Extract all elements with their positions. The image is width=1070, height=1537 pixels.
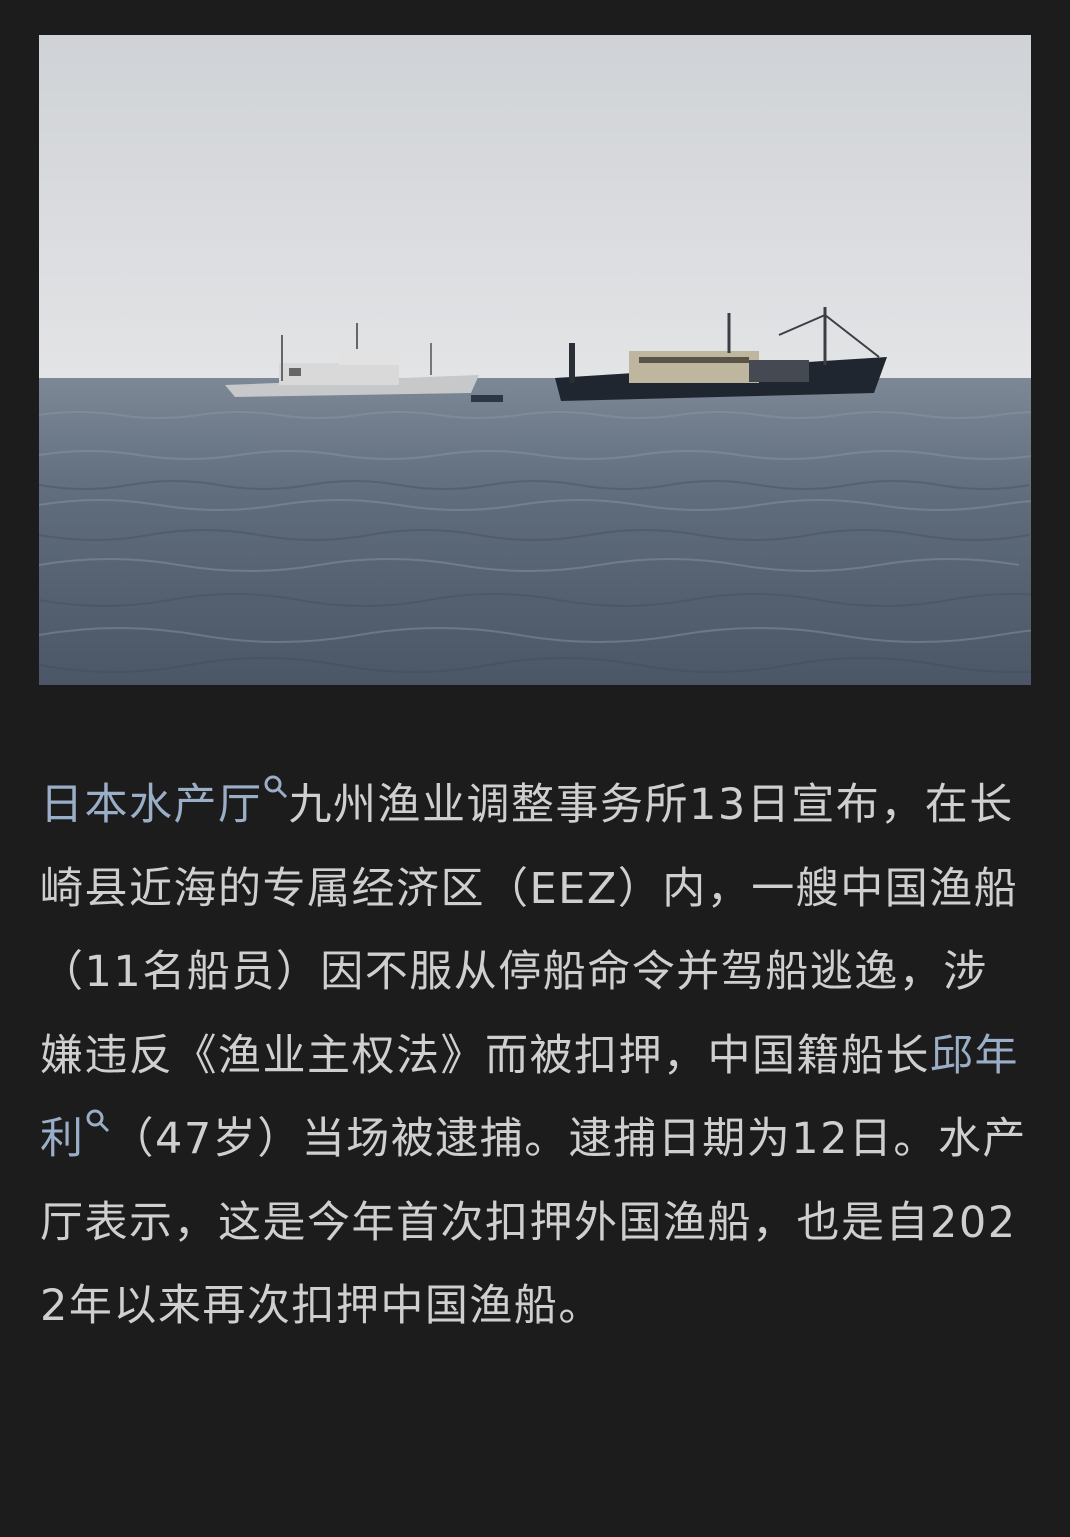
search-icon[interactable] [85, 1108, 111, 1134]
article-body: 日本水产厅 九州渔业调整事务所13日宣布，在长崎县近海的专属经济区（EEZ）内，一… [40, 764, 1032, 1349]
entity-link-fisheries-agency[interactable]: 日本水产厅 [40, 780, 263, 830]
article-photo[interactable] [39, 35, 1031, 685]
sea-ships-image [39, 35, 1031, 685]
search-icon[interactable] [263, 774, 289, 800]
article-text-segment: （47岁）当场被逮捕。逮捕日期为12日。水产厅表示，这是今年首次扣押外国渔船，也… [40, 1114, 1027, 1331]
small-boat [471, 395, 503, 402]
